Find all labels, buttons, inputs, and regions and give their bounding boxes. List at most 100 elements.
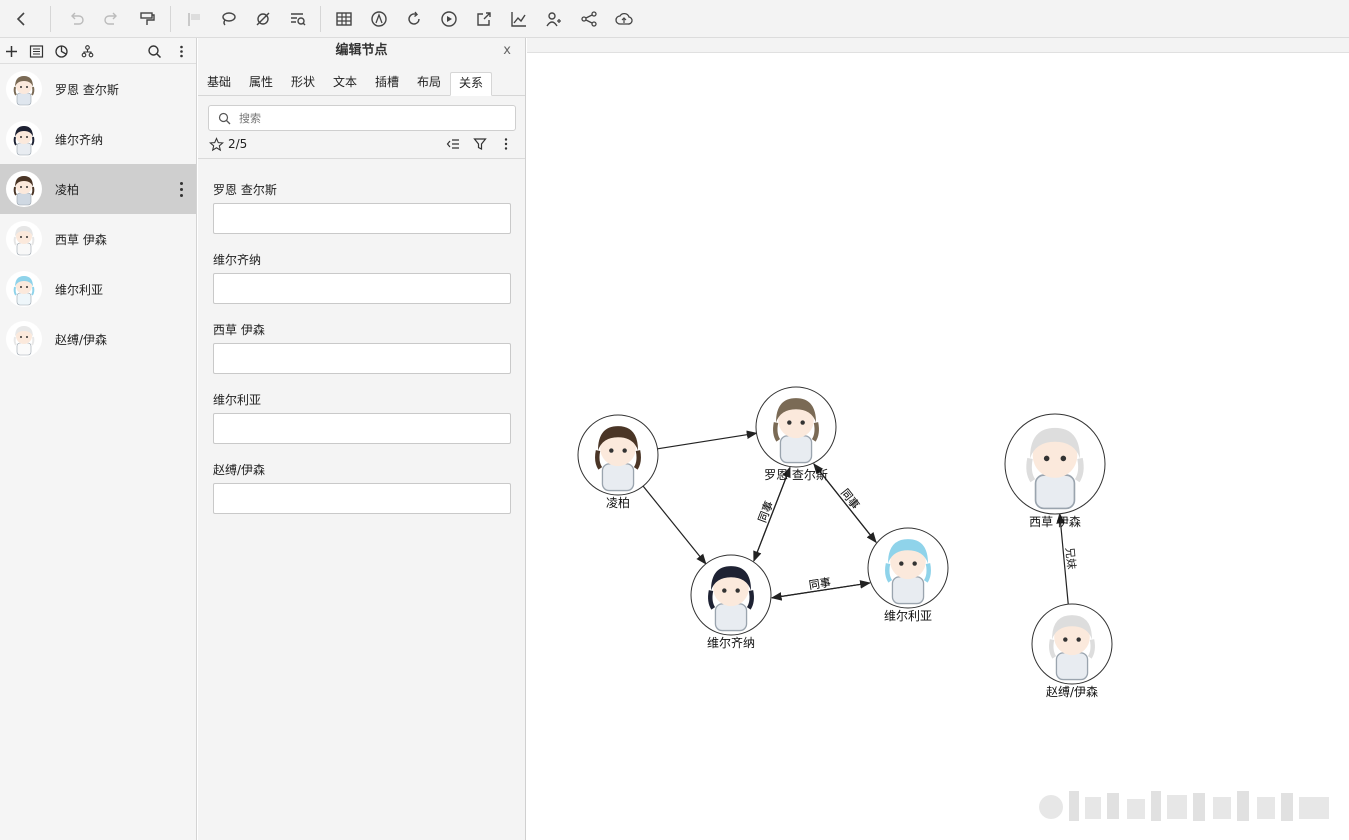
back-icon[interactable] (10, 7, 34, 31)
close-button[interactable]: x (503, 38, 511, 64)
relation-count: 2/5 (228, 137, 248, 151)
search-list-icon[interactable] (286, 7, 310, 31)
edit-node-panel: 编辑节点 x 基础 属性 形状 文本 插槽 布局 关系 2/5 罗恩 查尔斯维尔… (198, 38, 526, 840)
tab-slots[interactable]: 插槽 (372, 72, 402, 96)
list-icon[interactable] (27, 42, 45, 60)
node-label: 维尔利亚 (55, 282, 104, 297)
node-list-item[interactable]: 维尔利亚 (0, 264, 196, 314)
flag-icon[interactable] (182, 7, 206, 31)
relation-field-label: 罗恩 查尔斯 (213, 183, 277, 197)
relation-field: 维尔利亚 (213, 391, 511, 444)
watermark-logo (1039, 791, 1329, 821)
tab-text[interactable]: 文本 (330, 72, 360, 96)
compass-icon[interactable] (367, 7, 391, 31)
relation-input[interactable] (213, 203, 511, 234)
relation-input[interactable] (213, 483, 511, 514)
relation-search[interactable] (208, 105, 516, 131)
node-avatar (1005, 414, 1105, 514)
relation-field-label: 西草 伊森 (213, 323, 265, 337)
graph-node[interactable]: 维尔利亚 (867, 527, 949, 623)
relation-filter-row: 2/5 (208, 135, 516, 155)
redo-icon[interactable] (100, 7, 124, 31)
toolbar-divider (50, 6, 51, 32)
graph-node[interactable]: 罗恩 查尔斯 (755, 386, 837, 482)
relation-field-label: 维尔利亚 (213, 393, 262, 407)
tab-basic[interactable]: 基础 (204, 72, 234, 96)
node-list-item[interactable]: 凌柏 (0, 164, 196, 214)
node-label: 西草 伊森 (55, 232, 107, 247)
relation-field: 西草 伊森 (213, 321, 511, 374)
format-painter-icon[interactable] (135, 7, 159, 31)
relationship-graph[interactable]: 同事同事同事同事同事同事兄妹凌柏罗恩 查尔斯维尔齐纳维尔利亚西草 伊森赵缚/伊森 (527, 38, 1349, 840)
tab-shape[interactable]: 形状 (288, 72, 318, 96)
pie-chart-icon[interactable] (52, 42, 70, 60)
refresh-icon[interactable] (402, 7, 426, 31)
cloud-upload-icon[interactable] (612, 7, 636, 31)
node-list-panel: 罗恩 查尔斯 维尔齐纳凌柏西草 伊森维尔利亚赵缚/伊森 (0, 38, 197, 840)
play-icon[interactable] (437, 7, 461, 31)
chart-icon[interactable] (507, 7, 531, 31)
avatar (6, 121, 42, 157)
tab-attributes[interactable]: 属性 (246, 72, 276, 96)
graph-node-label: 罗恩 查尔斯 (764, 467, 828, 482)
node-list-item[interactable]: 西草 伊森 (0, 214, 196, 264)
divider (198, 158, 525, 159)
graph-node[interactable]: 赵缚/伊森 (1031, 603, 1113, 699)
filter-icon[interactable] (472, 136, 488, 152)
export-icon[interactable] (472, 7, 496, 31)
node-label: 罗恩 查尔斯 (55, 82, 119, 97)
undo-icon[interactable] (64, 7, 88, 31)
node-label: 维尔齐纳 (55, 132, 104, 147)
graph-node-label: 西草 伊森 (1029, 514, 1081, 529)
avatar (6, 71, 42, 107)
relation-input[interactable] (213, 413, 511, 444)
graph-edge[interactable] (657, 430, 758, 450)
node-list-item[interactable]: 罗恩 查尔斯 (0, 64, 196, 114)
more-icon[interactable] (498, 136, 514, 152)
collapse-list-icon[interactable] (445, 136, 461, 152)
main-toolbar (0, 0, 1349, 38)
search-icon (218, 112, 231, 125)
avatar (6, 171, 42, 207)
node-list-toolbar (0, 38, 196, 64)
relation-field: 维尔齐纳 (213, 251, 511, 304)
user-group-icon[interactable] (542, 7, 566, 31)
graph-canvas[interactable]: 同事 同事 同事 同事 同事 同事 兄妹 凌柏 罗恩 查尔斯 维尔齐纳 维尔利亚 西草 伊森 赵缚/伊森 (527, 38, 1349, 840)
relation-field: 赵缚/伊森 (213, 461, 511, 514)
relation-field: 罗恩 查尔斯 (213, 181, 511, 234)
relation-input[interactable] (213, 343, 511, 374)
edit-panel-title: 编辑节点 (335, 43, 388, 58)
graph-edge[interactable] (642, 485, 707, 565)
graph-node-label: 凌柏 (606, 495, 630, 510)
avatar (6, 271, 42, 307)
toolbar-divider (320, 6, 321, 32)
add-icon[interactable] (2, 42, 20, 60)
node-label: 凌柏 (55, 182, 80, 197)
hierarchy-icon[interactable] (78, 42, 96, 60)
more-icon[interactable] (176, 180, 186, 198)
search-icon[interactable] (145, 42, 163, 60)
toolbar-divider (170, 6, 171, 32)
star-icon[interactable] (209, 137, 224, 152)
avatar (6, 221, 42, 257)
share-icon[interactable] (577, 7, 601, 31)
edge-label: 兄妹 (1063, 547, 1078, 570)
tab-relations[interactable]: 关系 (450, 72, 492, 96)
relation-field-label: 赵缚/伊森 (213, 463, 266, 477)
node-list-item[interactable]: 维尔齐纳 (0, 114, 196, 164)
graph-node[interactable]: 维尔齐纳 (690, 554, 772, 650)
graph-node[interactable]: 西草 伊森 (1004, 413, 1106, 529)
avatar (6, 321, 42, 357)
node-list-item[interactable]: 赵缚/伊森 (0, 314, 196, 364)
relation-input[interactable] (213, 273, 511, 304)
table-icon[interactable] (332, 7, 356, 31)
more-icon[interactable] (172, 42, 190, 60)
no-edge-icon[interactable] (251, 7, 275, 31)
search-input[interactable] (239, 109, 499, 127)
edit-tabs: 基础 属性 形状 文本 插槽 布局 关系 (198, 64, 525, 96)
graph-node-label: 维尔利亚 (884, 608, 932, 623)
graph-node[interactable]: 凌柏 (577, 414, 659, 510)
lasso-icon[interactable] (216, 7, 240, 31)
node-label: 赵缚/伊森 (55, 332, 108, 347)
tab-layout[interactable]: 布局 (414, 72, 444, 96)
